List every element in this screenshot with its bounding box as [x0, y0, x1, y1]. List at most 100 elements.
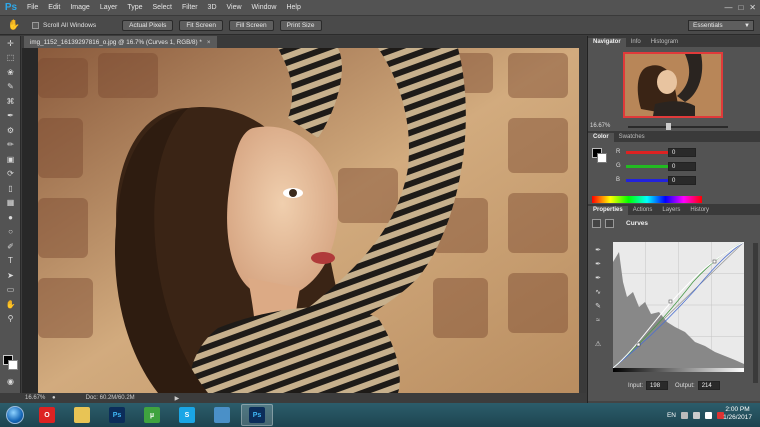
tab-layers[interactable]: Layers [657, 206, 685, 215]
taskbar-app-photoshop-b[interactable]: Ps [241, 404, 273, 426]
tab-swatches[interactable]: Swatches [614, 133, 650, 142]
start-button[interactable] [2, 404, 28, 426]
hand-tool-icon[interactable]: ✋ [0, 297, 21, 312]
dodge-tool-icon[interactable]: ○ [0, 225, 21, 240]
healing-brush-tool-icon[interactable]: ⚙ [0, 123, 21, 138]
sample-white-eyedropper-icon[interactable]: ✒ [592, 271, 604, 285]
menu-file[interactable]: File [22, 4, 43, 11]
fit-screen-button[interactable]: Fit Screen [179, 19, 223, 31]
navigator-zoom-slider[interactable] [628, 123, 728, 130]
layer-mask-icon[interactable] [605, 219, 614, 228]
tab-histogram[interactable]: Histogram [646, 38, 683, 47]
clone-stamp-tool-icon[interactable]: ▣ [0, 152, 21, 167]
canvas-vertical-scrollbar[interactable] [579, 48, 586, 393]
maximize-icon[interactable]: □ [738, 3, 743, 12]
tab-history[interactable]: History [685, 206, 714, 215]
blue-channel[interactable]: B 0 [616, 175, 726, 185]
path-selection-tool-icon[interactable]: ➤ [0, 268, 21, 283]
tray-flag-icon[interactable] [681, 411, 688, 419]
pen-tool-icon[interactable]: ✐ [0, 239, 21, 254]
close-tab-icon[interactable]: × [207, 39, 211, 46]
tab-info[interactable]: Info [626, 38, 646, 47]
tab-actions[interactable]: Actions [628, 206, 658, 215]
crop-tool-icon[interactable]: ⌘ [0, 94, 21, 109]
blur-tool-icon[interactable]: ● [0, 210, 21, 225]
eyedropper-tool-icon[interactable]: ✒ [0, 109, 21, 124]
menu-help[interactable]: Help [281, 4, 305, 11]
menu-edit[interactable]: Edit [43, 4, 65, 11]
tray-network-icon[interactable] [693, 411, 700, 419]
green-channel-value[interactable]: 0 [668, 161, 696, 171]
taskbar-app-photoshop-a[interactable]: Ps [101, 404, 133, 426]
edit-points-icon[interactable]: ∿ [592, 285, 604, 299]
quick-mask-icon[interactable]: ◉ [0, 374, 21, 389]
workspace-select[interactable]: Essentials ▼ [688, 20, 754, 31]
fill-screen-button[interactable]: Fill Screen [228, 19, 274, 31]
scroll-all-windows-checkbox[interactable] [32, 21, 39, 29]
marquee-tool-icon[interactable]: ⬚ [0, 51, 21, 66]
type-tool-icon[interactable]: T [0, 254, 21, 269]
menu-window[interactable]: Window [247, 4, 282, 11]
taskbar-app-explorer[interactable] [66, 404, 98, 426]
properties-scrollbar[interactable] [753, 243, 758, 383]
navigator-thumbnail[interactable] [623, 52, 723, 118]
output-field[interactable]: 214 [697, 381, 720, 390]
hand-tool-icon[interactable]: ✋ [4, 18, 24, 32]
eraser-tool-icon[interactable]: ▯ [0, 181, 21, 196]
status-zoom[interactable]: 16.67% [22, 395, 52, 401]
red-channel-value[interactable]: 0 [668, 147, 696, 157]
red-channel-slider[interactable] [626, 150, 670, 154]
document-tab[interactable]: img_1152_16139297816_o.jpg @ 16.7% (Curv… [24, 36, 217, 48]
background-color-swatch[interactable] [8, 360, 18, 370]
taskbar-app-opera[interactable]: O [31, 404, 63, 426]
red-channel[interactable]: R 0 [616, 147, 726, 157]
menu-layer[interactable]: Layer [95, 4, 123, 11]
history-brush-tool-icon[interactable]: ⟳ [0, 167, 21, 182]
green-channel[interactable]: G 0 [616, 161, 726, 171]
taskbar-app-utorrent[interactable]: µ [136, 404, 168, 426]
print-size-button[interactable]: Print Size [279, 19, 322, 31]
color-spectrum[interactable] [592, 196, 702, 203]
blue-channel-slider[interactable] [626, 178, 670, 182]
navigator-zoom-slider-knob[interactable] [665, 123, 671, 130]
tab-color[interactable]: Color [588, 133, 614, 142]
sample-black-eyedropper-icon[interactable]: ✒ [592, 243, 604, 257]
quick-select-tool-icon[interactable]: ✎ [0, 80, 21, 95]
menu-image[interactable]: Image [65, 4, 94, 11]
brush-tool-icon[interactable]: ✏ [0, 138, 21, 153]
navigator-zoom[interactable]: 16.67% [590, 123, 610, 129]
status-info-icon[interactable]: ● [52, 395, 56, 401]
close-icon[interactable]: ✕ [749, 3, 756, 12]
document-photo[interactable] [38, 48, 580, 393]
lasso-tool-icon[interactable]: ❀ [0, 65, 21, 80]
gradient-tool-icon[interactable]: ▦ [0, 196, 21, 211]
tab-properties[interactable]: Properties [588, 206, 628, 215]
status-arrow-icon[interactable]: ▶ [175, 395, 180, 402]
curves-graph[interactable] [612, 241, 745, 372]
taskbar-app-skype[interactable]: S [171, 404, 203, 426]
tray-volume-icon[interactable] [705, 411, 712, 419]
foreground-background-swatches[interactable] [3, 355, 19, 371]
zoom-tool-icon[interactable]: ⚲ [0, 312, 21, 327]
actual-pixels-button[interactable]: Actual Pixels [122, 19, 174, 31]
green-channel-slider[interactable] [626, 164, 670, 168]
menu-select[interactable]: Select [148, 4, 177, 11]
move-tool-icon[interactable]: ✛ [0, 36, 21, 51]
clipping-warning-icon[interactable]: ⚠ [592, 337, 604, 351]
smooth-curve-icon[interactable]: ≈ [592, 313, 604, 327]
menu-3d[interactable]: 3D [203, 4, 222, 11]
canvas-area[interactable] [22, 48, 586, 393]
blue-channel-value[interactable]: 0 [668, 175, 696, 185]
menu-type[interactable]: Type [122, 4, 147, 11]
minimize-icon[interactable]: — [724, 3, 732, 12]
input-field[interactable]: 198 [646, 381, 669, 390]
draw-curve-icon[interactable]: ✎ [592, 299, 604, 313]
color-background-swatch[interactable] [597, 153, 607, 163]
rectangle-tool-icon[interactable]: ▭ [0, 283, 21, 298]
menu-filter[interactable]: Filter [177, 4, 203, 11]
sample-gray-eyedropper-icon[interactable]: ✒ [592, 257, 604, 271]
taskbar-app-photo-viewer[interactable] [206, 404, 238, 426]
language-indicator[interactable]: EN [667, 412, 676, 419]
menu-view[interactable]: View [222, 4, 247, 11]
tab-navigator[interactable]: Navigator [588, 38, 626, 47]
